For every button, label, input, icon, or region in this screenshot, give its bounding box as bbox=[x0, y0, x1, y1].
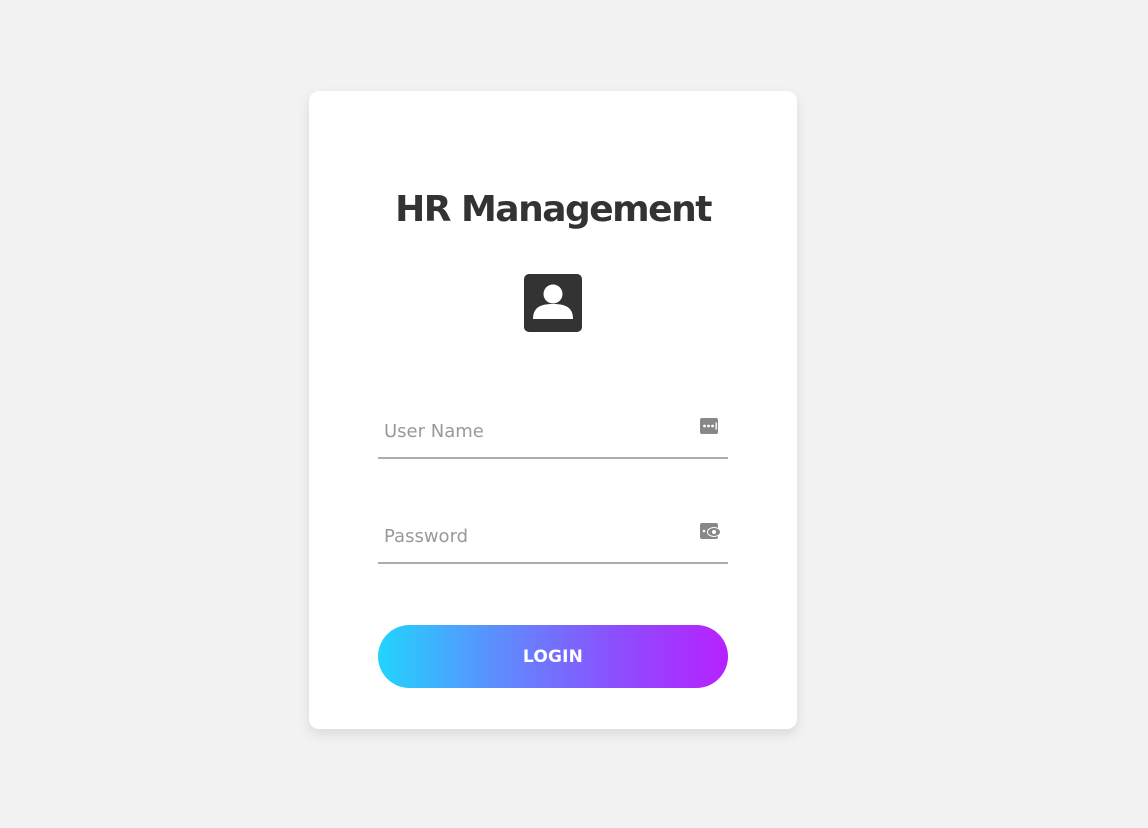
username-field bbox=[378, 407, 728, 459]
eye-toggle-icon[interactable] bbox=[698, 521, 722, 541]
account-box-icon bbox=[524, 274, 582, 332]
username-input[interactable] bbox=[378, 407, 684, 455]
login-card: HR Management User Name LOGIN bbox=[309, 91, 797, 729]
password-field bbox=[378, 512, 728, 564]
login-button[interactable]: LOGIN bbox=[378, 625, 728, 688]
page-title: HR Management bbox=[395, 189, 712, 230]
password-dots-icon bbox=[698, 416, 722, 436]
password-input[interactable] bbox=[378, 512, 684, 560]
